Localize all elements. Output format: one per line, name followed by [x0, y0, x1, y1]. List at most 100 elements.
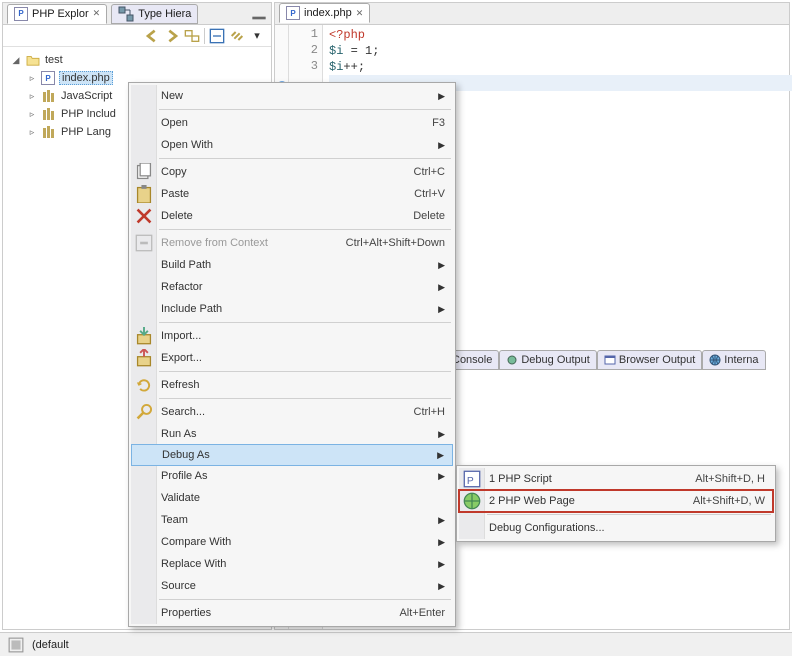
menu-item-run-as[interactable]: Run As▶ — [131, 423, 453, 445]
menu-item-label: Copy — [161, 166, 414, 178]
submenu-arrow-icon: ▶ — [438, 91, 445, 102]
menu-item-label: Build Path — [161, 259, 432, 271]
menu-item-label: Replace With — [161, 558, 432, 570]
menu-separator — [159, 322, 451, 323]
menu-icon[interactable]: ▾ — [249, 28, 265, 44]
menu-item-label: Open With — [161, 139, 432, 151]
tab-php-explorer[interactable]: P PHP Explor ✕ — [7, 4, 107, 24]
minimize-icon[interactable] — [251, 6, 267, 22]
editor-tab-row: P index.php ✕ — [275, 3, 789, 25]
menu-item-shortcut: F3 — [432, 117, 445, 129]
submenu-arrow-icon: ▶ — [438, 304, 445, 315]
tab-debug-output[interactable]: Debug Output — [499, 350, 597, 370]
menu-item-label: Refactor — [161, 281, 432, 293]
menu-item-properties[interactable]: PropertiesAlt+Enter — [131, 602, 453, 624]
submenu-arrow-icon: ▶ — [437, 450, 444, 461]
editor-tab-index-php[interactable]: P index.php ✕ — [279, 3, 370, 23]
submenu-item-php-web-page[interactable]: 2 PHP Web PageAlt+Shift+D, W — [459, 490, 773, 512]
php-explorer-icon: P — [14, 7, 28, 21]
menu-item-remove-from-context: Remove from ContextCtrl+Alt+Shift+Down — [131, 232, 453, 254]
back-icon[interactable] — [144, 28, 160, 44]
tab-label: Console — [452, 354, 492, 366]
submenu-arrow-icon: ▶ — [438, 581, 445, 592]
expander-icon[interactable]: ▹ — [27, 73, 37, 84]
menu-item-validate[interactable]: Validate — [131, 487, 453, 509]
php-file-icon: P — [41, 71, 55, 85]
menu-item-shortcut: Ctrl+V — [414, 188, 445, 200]
menu-item-paste[interactable]: PasteCtrl+V — [131, 183, 453, 205]
left-panel-tab-row: P PHP Explor ✕ Type Hiera — [3, 3, 271, 25]
output-tab-row: Console Debug Output Browser Output Inte… — [430, 350, 766, 370]
delete-icon — [135, 207, 153, 225]
submenu-item-label: 1 PHP Script — [489, 473, 695, 485]
menu-item-delete[interactable]: DeleteDelete — [131, 205, 453, 227]
menu-separator — [159, 229, 451, 230]
debug-as-submenu: P1 PHP ScriptAlt+Shift+D, H2 PHP Web Pag… — [456, 465, 776, 542]
tab-label: Debug Output — [521, 354, 590, 366]
expander-icon[interactable]: ▹ — [27, 127, 37, 138]
tree-root-test[interactable]: ◢ test — [5, 51, 269, 69]
expander-icon[interactable]: ▹ — [27, 91, 37, 102]
expander-icon[interactable]: ◢ — [11, 55, 21, 66]
menu-item-new[interactable]: New▶ — [131, 85, 453, 107]
menu-item-include-path[interactable]: Include Path▶ — [131, 298, 453, 320]
menu-item-build-path[interactable]: Build Path▶ — [131, 254, 453, 276]
menu-item-open-with[interactable]: Open With▶ — [131, 134, 453, 156]
menu-item-profile-as[interactable]: Profile As▶ — [131, 465, 453, 487]
menu-item-shortcut: Delete — [413, 210, 445, 222]
close-icon[interactable]: ✕ — [93, 8, 101, 19]
editor-tab-label: index.php — [304, 7, 352, 19]
copy-icon — [135, 163, 153, 181]
menu-item-copy[interactable]: CopyCtrl+C — [131, 161, 453, 183]
menu-item-label: Refresh — [161, 379, 445, 391]
link-icon[interactable] — [229, 28, 245, 44]
menu-item-label: Open — [161, 117, 432, 129]
svg-text:P: P — [467, 476, 474, 487]
menu-item-team[interactable]: Team▶ — [131, 509, 453, 531]
menu-item-replace-with[interactable]: Replace With▶ — [131, 553, 453, 575]
menu-item-label: Search... — [161, 406, 414, 418]
tree-item-label: PHP Lang — [61, 126, 111, 138]
menu-item-export[interactable]: Export... — [131, 347, 453, 369]
expander-icon[interactable]: ▹ — [27, 109, 37, 120]
import-icon — [135, 327, 153, 345]
menu-separator — [159, 398, 451, 399]
menu-item-label: Import... — [161, 330, 445, 342]
context-menu: New▶OpenF3Open With▶CopyCtrl+CPasteCtrl+… — [128, 82, 456, 627]
line-number: 2 — [289, 43, 318, 59]
menu-item-import[interactable]: Import... — [131, 325, 453, 347]
menu-item-label: Run As — [161, 428, 432, 440]
menu-item-open[interactable]: OpenF3 — [131, 112, 453, 134]
submenu-item-shortcut: Alt+Shift+D, H — [695, 473, 765, 485]
submenu-item-php-script[interactable]: P 1 PHP ScriptAlt+Shift+D, H — [459, 468, 773, 490]
php-script-icon: P — [463, 470, 481, 488]
close-icon[interactable]: ✕ — [356, 8, 364, 19]
menu-item-search[interactable]: Search...Ctrl+H — [131, 401, 453, 423]
link-editor-icon[interactable] — [184, 28, 200, 44]
tab-type-hierarchy[interactable]: Type Hiera — [111, 4, 198, 24]
tab-label: Type Hiera — [138, 8, 191, 20]
menu-item-compare-with[interactable]: Compare With▶ — [131, 531, 453, 553]
tab-browser-output[interactable]: Browser Output — [597, 350, 702, 370]
menu-item-shortcut: Ctrl+C — [414, 166, 445, 178]
refresh-icon — [135, 376, 153, 394]
menu-item-refactor[interactable]: Refactor▶ — [131, 276, 453, 298]
submenu-item-debug-configurations[interactable]: Debug Configurations... — [459, 517, 773, 539]
tab-internal[interactable]: Interna — [702, 350, 765, 370]
export-icon — [135, 349, 153, 367]
menu-item-source[interactable]: Source▶ — [131, 575, 453, 597]
library-icon — [41, 124, 57, 140]
submenu-arrow-icon: ▶ — [438, 515, 445, 526]
line-number: 3 — [289, 59, 318, 75]
menu-item-refresh[interactable]: Refresh — [131, 374, 453, 396]
menu-item-debug-as[interactable]: Debug As▶ — [131, 444, 453, 466]
menu-separator — [487, 514, 771, 515]
forward-icon[interactable] — [164, 28, 180, 44]
collapse-all-icon[interactable] — [209, 28, 225, 44]
submenu-arrow-icon: ▶ — [438, 471, 445, 482]
library-icon — [41, 106, 57, 122]
remove-context-icon — [135, 234, 153, 252]
submenu-item-label: 2 PHP Web Page — [489, 495, 693, 507]
tab-label: Interna — [724, 354, 758, 366]
explorer-toolbar: ▾ — [3, 25, 271, 47]
